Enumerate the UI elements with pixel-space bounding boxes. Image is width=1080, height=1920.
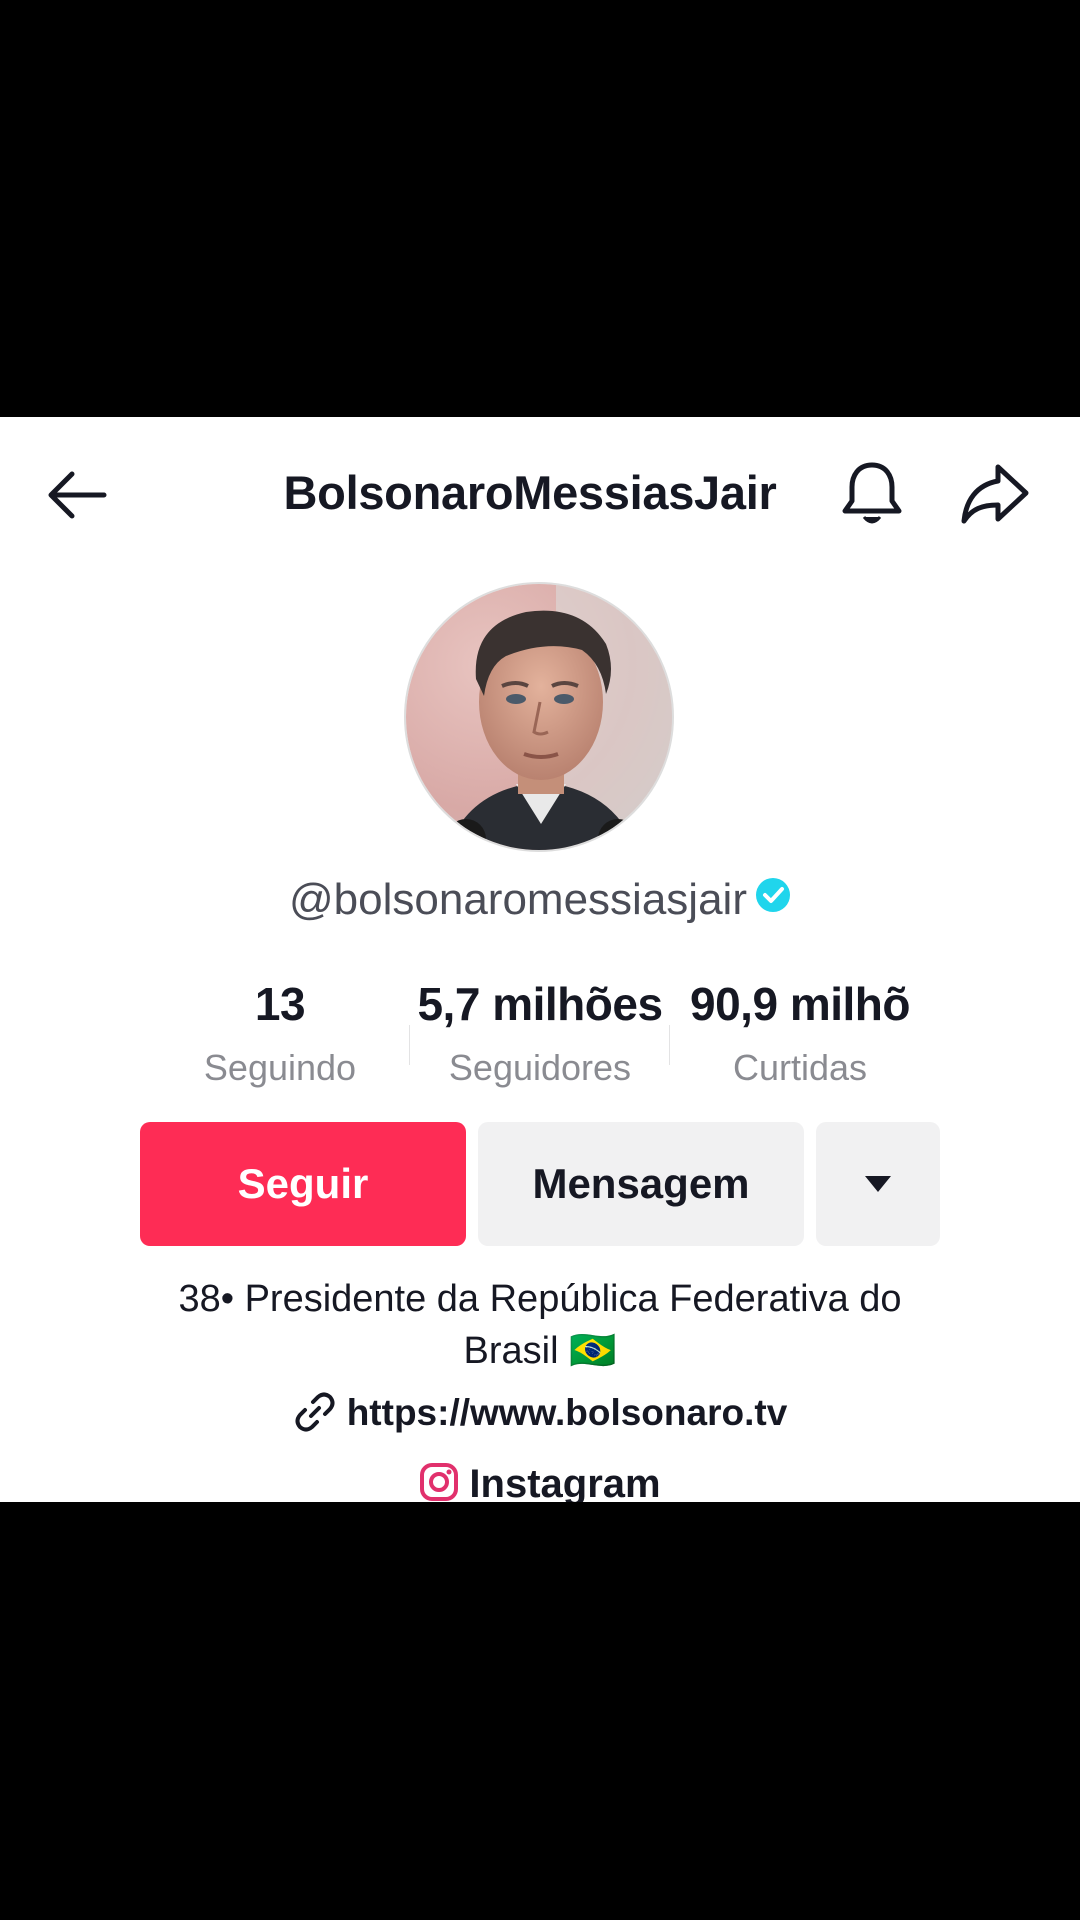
arrow-left-icon: [48, 471, 107, 519]
link-icon: [295, 1392, 335, 1432]
followers-label: Seguidores: [448, 1047, 632, 1088]
website-link[interactable]: https://www.bolsonaro.tv: [0, 1392, 1080, 1434]
handle-row: @bolsonaromessiasjair: [0, 875, 1080, 925]
bio-line: 38• Presidente da República Federativa d…: [178, 1278, 902, 1320]
caret-down-icon: [865, 1176, 891, 1192]
share-arrow-icon: [961, 464, 1029, 524]
website-url: https://www.bolsonaro.tv: [346, 1392, 788, 1433]
following-count: 13: [254, 978, 306, 1030]
notification-bell-button[interactable]: [838, 459, 906, 529]
following-label: Seguindo: [203, 1047, 357, 1088]
instagram-icon: [420, 1463, 459, 1502]
message-button[interactable]: Mensagem: [478, 1122, 804, 1246]
page-title: BolsonaroMessiasJair: [283, 466, 777, 519]
followers-count: 5,7 milhões: [417, 978, 663, 1030]
instagram-label: Instagram: [469, 1462, 661, 1502]
username-handle: @bolsonaromessiasjair: [289, 875, 747, 924]
stat-followers[interactable]: 5,7 milhões Seguidores: [410, 977, 670, 1089]
verified-badge-icon: [755, 874, 791, 924]
bio-line: Brasil 🇧🇷: [463, 1330, 617, 1372]
stat-following[interactable]: 13 Seguindo: [150, 977, 410, 1089]
profile-avatar[interactable]: [404, 582, 674, 852]
share-button[interactable]: [960, 459, 1030, 529]
bell-icon: [842, 462, 902, 524]
likes-count: 90,9 milhõ: [690, 978, 910, 1030]
top-nav: BolsonaroMessiasJair: [0, 417, 1080, 567]
more-options-button[interactable]: [816, 1122, 940, 1246]
stat-likes[interactable]: 90,9 milhõ Curtidas: [670, 977, 930, 1089]
profile-stats: 13 Seguindo 5,7 milhões Seguidores 90,9 …: [150, 977, 930, 1097]
profile-screen: BolsonaroMessiasJair @bolsonaromessiasja…: [0, 417, 1080, 1502]
back-button[interactable]: [44, 462, 110, 528]
profile-bio: 38• Presidente da República Federativa d…: [120, 1273, 960, 1377]
instagram-link[interactable]: Instagram: [0, 1462, 1080, 1502]
likes-label: Curtidas: [732, 1047, 868, 1088]
avatar-photo: [406, 584, 672, 850]
follow-button[interactable]: Seguir: [140, 1122, 466, 1246]
